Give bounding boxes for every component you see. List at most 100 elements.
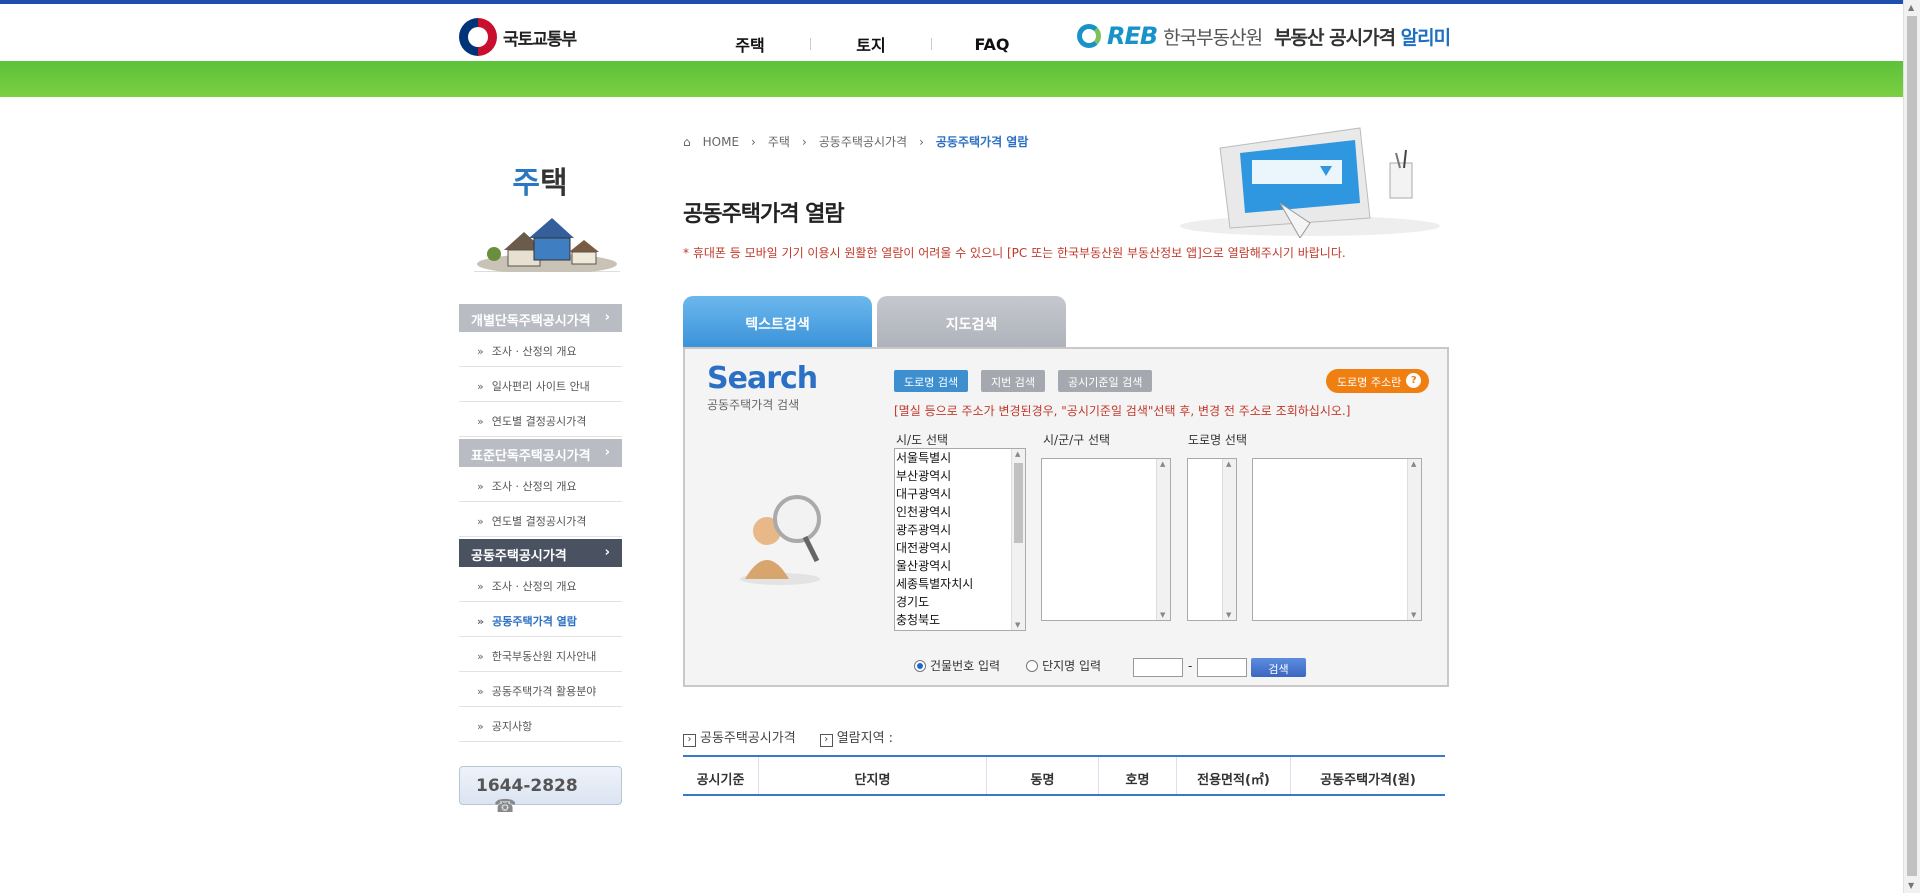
phone-number: 1644-2828	[476, 776, 578, 796]
sidebar-item[interactable]: 연도별 결정공시가격	[459, 402, 622, 437]
radio-building-number[interactable]	[914, 659, 926, 672]
sidebar-item[interactable]: 공동주택가격 활용분야	[459, 672, 622, 707]
result-headings: 공동주택공시가격 열람지역 :	[683, 727, 893, 747]
sidebar-item[interactable]: 공지사항	[459, 707, 622, 742]
sidebar-title-rest: 택	[540, 166, 568, 201]
scroll-thumb[interactable]	[1014, 463, 1023, 543]
green-banner-bar	[0, 61, 1903, 97]
sido-option[interactable]: 광주광역시	[895, 521, 1025, 539]
page-scroll-thumb[interactable]	[1907, 16, 1917, 876]
sido-option[interactable]: 인천광역시	[895, 503, 1025, 521]
home-icon: ⌂	[683, 134, 691, 149]
chevron-right-icon: ›	[604, 445, 610, 460]
chevron-right-icon: ›	[919, 134, 924, 149]
scroll-down-icon[interactable]: ▼	[1908, 881, 1914, 890]
sidebar-item[interactable]: 일사편리 사이트 안내	[459, 367, 622, 402]
building-number-main-input[interactable]	[1133, 658, 1183, 677]
road-address-info-button[interactable]: 도로명 주소란?	[1326, 369, 1430, 393]
search-monitor-illustration	[1180, 127, 1440, 238]
sidebar-item[interactable]: 조사 · 산정의 개요	[459, 332, 622, 367]
sido-option[interactable]: 세종특별자치시	[895, 575, 1025, 593]
sidebar-title-first: 주	[512, 166, 540, 201]
column-header: 전용면적(㎡)	[1177, 757, 1291, 794]
sido-option[interactable]: 서울특별시	[895, 449, 1025, 467]
sigungu-label: 시/군/구 선택	[1043, 433, 1111, 447]
sidebar-item[interactable]: 조사 · 산정의 개요	[459, 467, 622, 502]
sidebar-item-active[interactable]: 공동주택가격 열람	[459, 602, 622, 637]
taegeuk-emblem-icon	[459, 18, 497, 56]
nav-land[interactable]: 토지	[811, 32, 931, 56]
radio-building-number-label[interactable]: 건물번호 입력	[930, 657, 1000, 674]
scroll-up-icon[interactable]: ▲	[1908, 3, 1914, 12]
site-header: 국토교통부 주택 토지 FAQ REB 한국부동산원 부동산 공시가격 알리미	[0, 4, 1903, 61]
sido-select[interactable]: 서울특별시 부산광역시 대구광역시 인천광역시 광주광역시 대전광역시 울산광역…	[894, 448, 1026, 631]
breadcrumb-item[interactable]: 주택	[768, 133, 790, 150]
scroll-down-icon: ▼	[1226, 611, 1232, 619]
houses-illustration	[474, 210, 620, 274]
road-label: 도로명 선택	[1188, 433, 1248, 447]
search-panel: Search 공동주택가격 검색 도로명 검색 지번 검색 공시기준일 검색 도…	[683, 347, 1449, 687]
sido-option[interactable]: 충청북도	[895, 611, 1025, 629]
site-title: 부동산 공시가격 알리미	[1274, 23, 1451, 50]
ministry-logo[interactable]: 국토교통부	[459, 18, 577, 56]
sido-option[interactable]: 대구광역시	[895, 485, 1025, 503]
sido-option[interactable]: 대전광역시	[895, 539, 1025, 557]
listbox-scrollbar[interactable]: ▲ ▼	[1011, 449, 1025, 630]
sidebar-group-label: 개별단독주택공시가격	[471, 314, 591, 329]
sido-option[interactable]: 울산광역시	[895, 557, 1025, 575]
chevron-right-icon: ›	[751, 134, 756, 149]
sido-option[interactable]: 부산광역시	[895, 467, 1025, 485]
sidebar-item[interactable]: 조사 · 산정의 개요	[459, 567, 622, 602]
building-number-sub-input[interactable]	[1197, 658, 1247, 677]
reb-mark: REB	[1107, 22, 1158, 50]
sidebar-menu: 개별단독주택공시가격 › 조사 · 산정의 개요 일사편리 사이트 안내 연도별 …	[459, 302, 622, 742]
sido-option[interactable]: 경기도	[895, 593, 1025, 611]
reb-logo[interactable]: REB 한국부동산원 부동산 공시가격 알리미	[1077, 22, 1451, 50]
nav-faq[interactable]: FAQ	[932, 35, 1052, 54]
page-title: 공동주택가격 열람	[683, 202, 845, 227]
sidebar-group-label: 공동주택공시가격	[471, 549, 567, 564]
radio-complex-name[interactable]	[1026, 659, 1039, 672]
scroll-down-icon: ▼	[1160, 611, 1166, 619]
search-button[interactable]: 검색	[1251, 658, 1306, 677]
chevron-right-icon: ›	[604, 545, 610, 560]
column-header: 공동주택가격(원)	[1320, 773, 1416, 788]
sidebar-item[interactable]: 한국부동산원 지사안내	[459, 637, 622, 672]
tab-text-search[interactable]: 텍스트검색	[683, 296, 872, 348]
column-header: 공시기준	[683, 757, 759, 794]
scroll-up-icon: ▲	[1226, 460, 1232, 468]
sidebar-item[interactable]: 연도별 결정공시가격	[459, 502, 622, 537]
houses-illustration-icon	[477, 218, 617, 274]
listbox-scrollbar[interactable]: ▲ ▼	[1156, 459, 1170, 620]
chevron-right-icon: ›	[801, 134, 807, 149]
site-title-accent: 알리미	[1400, 26, 1451, 49]
date-search-button[interactable]: 공시기준일 검색	[1058, 370, 1153, 392]
scroll-up-icon: ▲	[1015, 450, 1021, 458]
nav-housing[interactable]: 주택	[690, 32, 810, 56]
road-select[interactable]: ▲ ▼	[1252, 458, 1422, 621]
jibun-search-button[interactable]: 지번 검색	[981, 370, 1045, 392]
reb-ring-icon	[1077, 24, 1101, 48]
breadcrumb-home[interactable]: HOME	[703, 135, 739, 149]
road-search-button[interactable]: 도로명 검색	[894, 370, 969, 392]
ministry-name: 국토교통부	[503, 29, 577, 50]
sido-label: 시/도 선택	[896, 433, 949, 447]
reb-name: 한국부동산원	[1163, 26, 1263, 49]
sidebar-group-individual-house[interactable]: 개별단독주택공시가격 ›	[459, 304, 622, 332]
mobile-notice: * 휴대폰 등 모바일 기기 이용시 원활한 열람이 어려울 수 있으니 [PC…	[683, 246, 1346, 260]
listbox-scrollbar[interactable]: ▲ ▼	[1222, 459, 1236, 620]
road-initial-select[interactable]: ▲ ▼	[1187, 458, 1237, 621]
tab-map-search[interactable]: 지도검색	[877, 296, 1066, 348]
sigungu-select[interactable]: ▲ ▼	[1041, 458, 1171, 621]
column-header: 단지명	[759, 757, 987, 794]
result-heading-region: 열람지역 :	[820, 727, 893, 747]
sidebar-group-standard-house[interactable]: 표준단독주택공시가격 ›	[459, 439, 622, 467]
listbox-scrollbar[interactable]: ▲ ▼	[1407, 459, 1421, 620]
column-header: 동명	[987, 757, 1099, 794]
sidebar-group-apartment[interactable]: 공동주택공시가격 ›	[459, 539, 622, 567]
radio-complex-name-label[interactable]: 단지명 입력	[1042, 657, 1101, 674]
search-logo: Search	[707, 361, 818, 396]
column-header: 호명	[1099, 757, 1177, 794]
breadcrumb-item[interactable]: 공동주택공시가격	[819, 133, 907, 150]
page-scrollbar[interactable]: ▲ ▼	[1903, 0, 1920, 893]
